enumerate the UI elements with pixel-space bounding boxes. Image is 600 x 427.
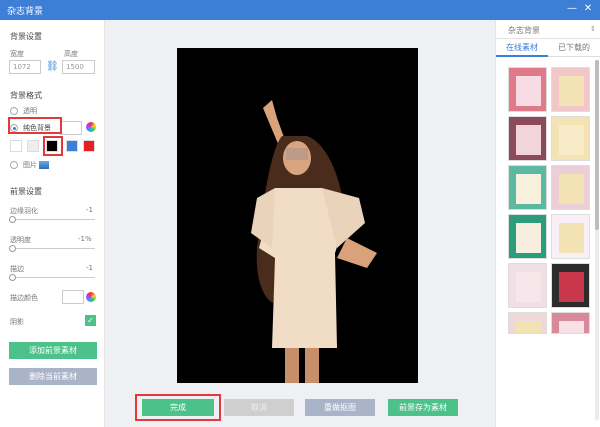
left-panel: 背景设置 宽度 高度 1072 ⛓ 1500 背景格式 透明 纯色背景 图片 前… xyxy=(0,20,105,427)
material-thumb[interactable] xyxy=(508,312,547,334)
material-thumb[interactable] xyxy=(508,67,547,112)
save-fg-button[interactable]: 前景存为素材 xyxy=(388,399,458,416)
edge-feather-label: 边缘羽化 xyxy=(10,207,38,215)
stroke-value: -1 xyxy=(86,264,93,272)
material-thumb[interactable] xyxy=(551,214,590,259)
swatch-light-grey[interactable] xyxy=(27,140,39,152)
stroke-slider[interactable] xyxy=(9,274,95,281)
scrollbar[interactable] xyxy=(595,60,599,420)
bg-style-heading: 背景格式 xyxy=(10,91,42,100)
title-bar: 杂志背景 — ✕ xyxy=(0,0,600,20)
fg-settings-heading: 前景设置 xyxy=(10,187,42,196)
opacity-knob[interactable] xyxy=(9,245,16,252)
category-select[interactable]: 杂志背景 ⇕ xyxy=(496,20,600,39)
material-thumb[interactable] xyxy=(508,214,547,259)
category-label: 杂志背景 xyxy=(508,26,540,35)
highlight-black xyxy=(43,136,63,156)
height-label: 高度 xyxy=(64,50,78,58)
opacity-value: -1% xyxy=(78,235,92,243)
material-thumb[interactable] xyxy=(551,67,590,112)
material-thumb[interactable] xyxy=(508,263,547,308)
scrollbar-thumb[interactable] xyxy=(595,60,599,230)
radio-transparent[interactable] xyxy=(10,107,18,115)
material-thumb[interactable] xyxy=(551,263,590,308)
minimize-icon[interactable]: — xyxy=(566,3,578,15)
cancel-button[interactable]: 取消 xyxy=(224,399,294,416)
material-thumb[interactable] xyxy=(551,116,590,161)
edge-feather-slider[interactable] xyxy=(9,216,95,223)
highlight-done xyxy=(135,394,221,421)
chevron-down-icon: ⇕ xyxy=(590,25,596,33)
canvas-area: 完成 取消 重做抠图 前景存为素材 xyxy=(105,20,495,427)
add-fg-button[interactable]: 添加前景素材 xyxy=(9,342,97,359)
material-thumb[interactable] xyxy=(551,165,590,210)
height-field[interactable]: 1500 xyxy=(62,60,95,74)
edge-feather-knob[interactable] xyxy=(9,216,16,223)
color-picker-icon[interactable] xyxy=(86,122,96,132)
material-tabs: 在线素材 已下载的 xyxy=(496,39,600,57)
preview-canvas[interactable] xyxy=(177,48,418,383)
image-icon[interactable] xyxy=(39,161,49,169)
shadow-label: 阴影 xyxy=(10,318,24,326)
material-thumb[interactable] xyxy=(551,312,590,334)
close-icon[interactable]: ✕ xyxy=(582,3,594,15)
image-label: 图片 xyxy=(23,161,37,169)
solid-color-field[interactable] xyxy=(60,121,82,135)
stroke-color-label: 描边颜色 xyxy=(10,294,38,302)
redo-cutout-button[interactable]: 重做抠图 xyxy=(305,399,375,416)
transparent-label: 透明 xyxy=(23,107,37,115)
highlight-solid xyxy=(8,117,62,134)
tab-online[interactable]: 在线素材 xyxy=(496,39,548,57)
swatch-red[interactable] xyxy=(83,140,95,152)
swatch-white[interactable] xyxy=(10,140,22,152)
bg-settings-heading: 背景设置 xyxy=(10,32,42,41)
stroke-label: 描边 xyxy=(10,265,24,273)
person-photo xyxy=(251,100,377,383)
delete-fg-button[interactable]: 删除当前素材 xyxy=(9,368,97,385)
opacity-slider[interactable] xyxy=(9,245,95,252)
window-title: 杂志背景 xyxy=(7,7,44,17)
edge-feather-value: -1 xyxy=(86,206,93,214)
width-field[interactable]: 1072 xyxy=(9,60,41,74)
opacity-label: 透明度 xyxy=(10,236,31,244)
right-panel: 杂志背景 ⇕ 在线素材 已下载的 xyxy=(495,20,600,427)
tab-downloaded[interactable]: 已下载的 xyxy=(548,39,600,57)
stroke-color-picker-icon[interactable] xyxy=(86,292,96,302)
shadow-checkbox[interactable]: ✓ xyxy=(85,315,96,326)
width-label: 宽度 xyxy=(10,50,24,58)
swatch-blue[interactable] xyxy=(66,140,78,152)
link-icon[interactable]: ⛓ xyxy=(46,61,59,72)
radio-image[interactable] xyxy=(10,161,18,169)
stroke-color-field[interactable] xyxy=(62,290,84,304)
stroke-knob[interactable] xyxy=(9,274,16,281)
material-thumb[interactable] xyxy=(508,116,547,161)
material-thumb[interactable] xyxy=(508,165,547,210)
